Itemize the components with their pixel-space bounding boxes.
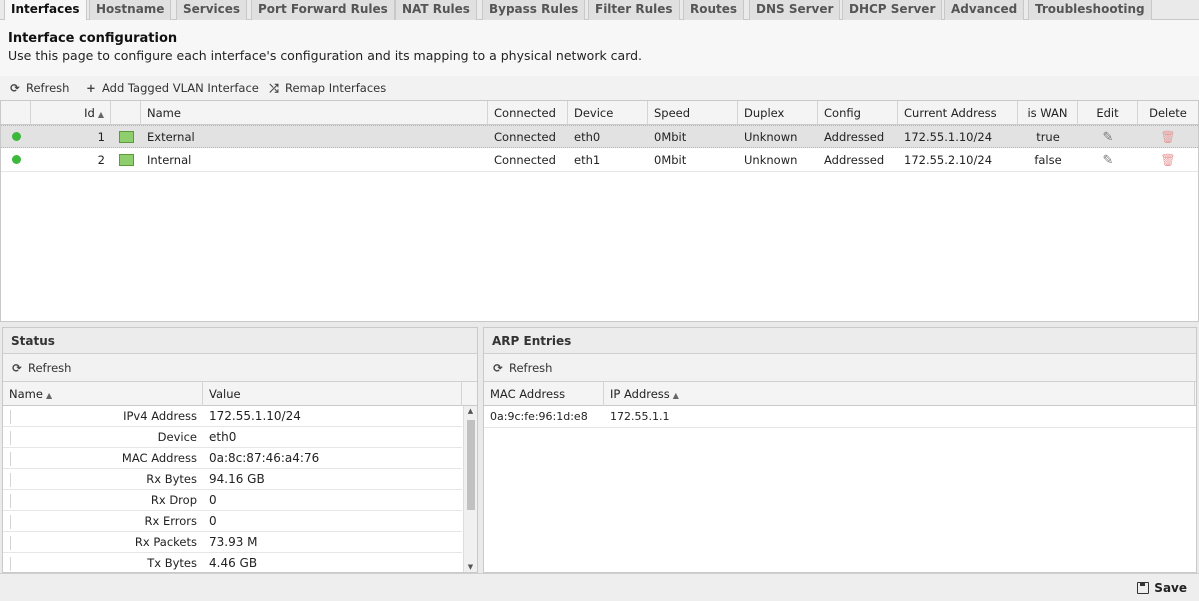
status-scrollbar-thumb[interactable] (467, 420, 475, 510)
trash-icon[interactable]: 🗑 (1160, 153, 1175, 167)
col-name[interactable]: Name (141, 101, 488, 125)
footer-bar: Save (0, 573, 1199, 601)
status-toolbar: ⟳ Refresh (3, 354, 477, 382)
page-title: Interface configuration (8, 31, 178, 46)
sort-asc-icon: ▲ (45, 391, 53, 400)
status-grid-header: Name ▲ Value (3, 382, 477, 406)
col-config[interactable]: Config (818, 101, 898, 125)
tab-port-forward-rules[interactable]: Port Forward Rules (251, 0, 395, 20)
scroll-up-icon[interactable]: ▲ (464, 407, 477, 415)
col-connected[interactable]: Connected (488, 101, 568, 125)
connected-status-icon (11, 155, 21, 164)
table-row[interactable]: Device eth0 (3, 427, 462, 448)
tab-nat-rules[interactable]: NAT Rules (395, 0, 477, 20)
col-status-name[interactable]: Name ▲ (3, 382, 203, 406)
col-edit[interactable]: Edit (1078, 101, 1138, 125)
table-row[interactable]: IPv4 Address 172.55.1.10/24 (3, 406, 462, 427)
arp-toolbar: ⟳ Refresh (484, 354, 1196, 382)
tab-advanced[interactable]: Advanced (944, 0, 1025, 20)
table-row[interactable]: Rx Errors 0 (3, 511, 462, 532)
network-card-icon (118, 131, 134, 143)
tab-hostname[interactable]: Hostname (89, 0, 172, 20)
status-grid-body: IPv4 Address 172.55.1.10/24 Device eth0 MA… (3, 406, 462, 572)
save-button[interactable]: Save (1137, 580, 1187, 596)
refresh-icon: ⟳ (12, 361, 22, 375)
scroll-down-icon[interactable]: ▼ (464, 563, 477, 571)
col-status[interactable] (1, 101, 31, 125)
pencil-icon[interactable]: ✎ (1103, 130, 1114, 145)
col-ip-address[interactable]: IP Address ▲ (604, 382, 1195, 406)
page-description: Use this page to configure each interfac… (8, 48, 643, 63)
col-delete[interactable]: Delete (1138, 101, 1198, 125)
refresh-icon: ⟳ (10, 81, 20, 95)
tab-services[interactable]: Services (176, 0, 248, 20)
tab-routes[interactable]: Routes (683, 0, 745, 20)
table-row[interactable]: Rx Packets 73.93 M (3, 532, 462, 553)
network-card-icon (118, 154, 134, 166)
col-mac-address[interactable]: MAC Address (484, 382, 604, 406)
shuffle-icon: ⤮ (269, 81, 279, 95)
arp-grid-header: MAC Address IP Address ▲ (484, 382, 1196, 406)
table-row[interactable]: 0a:9c:fe:96:1d:e8 172.55.1.1 (484, 406, 1196, 428)
connected-status-icon (11, 132, 21, 141)
col-speed[interactable]: Speed (648, 101, 738, 125)
table-row[interactable]: 1 External Connected eth0 0Mbit Unknown … (1, 125, 1198, 148)
interfaces-grid: Id ▲ Name Connected Device Speed Duplex C… (0, 100, 1199, 322)
interfaces-toolbar: ⟳ Refresh + Add Tagged VLAN Interface ⤮ Rem… (0, 76, 1199, 100)
sort-asc-icon: ▲ (672, 391, 679, 400)
tab-filter-rules[interactable]: Filter Rules (588, 0, 680, 20)
refresh-button[interactable]: ⟳ Refresh (9, 80, 69, 96)
status-refresh-button[interactable]: ⟳ Refresh (11, 360, 71, 376)
interfaces-grid-header: Id ▲ Name Connected Device Speed Duplex C… (1, 101, 1198, 125)
col-device[interactable]: Device (568, 101, 648, 125)
col-status-value[interactable]: Value (203, 382, 462, 406)
table-row[interactable]: Rx Drop 0 (3, 490, 462, 511)
status-panel-title: Status (3, 328, 477, 354)
plus-icon: + (86, 81, 96, 95)
pencil-icon[interactable]: ✎ (1103, 153, 1114, 168)
arp-panel-title: ARP Entries (484, 328, 1196, 354)
tab-bypass-rules[interactable]: Bypass Rules (482, 0, 586, 20)
page-header: Interface configuration Use this page to… (0, 20, 1199, 76)
tab-troubleshooting[interactable]: Troubleshooting (1028, 0, 1152, 20)
tab-dns-server[interactable]: DNS Server (749, 0, 841, 20)
col-id[interactable]: Id ▲ (31, 101, 111, 125)
add-tagged-vlan-button[interactable]: + Add Tagged VLAN Interface (85, 80, 259, 96)
tab-interfaces[interactable]: Interfaces (4, 0, 87, 21)
status-scrollbar[interactable]: ▲ ▼ (463, 406, 477, 572)
sort-asc-icon: ▲ (97, 110, 104, 119)
trash-icon[interactable]: 🗑 (1160, 130, 1175, 144)
table-row[interactable]: Tx Bytes 4.46 GB (3, 553, 462, 572)
col-current-address[interactable]: Current Address (898, 101, 1018, 125)
table-row[interactable]: MAC Address 0a:8c:87:46:a4:76 (3, 448, 462, 469)
floppy-icon (1137, 582, 1150, 594)
table-row[interactable]: 2 Internal Connected eth1 0Mbit Unknown … (1, 149, 1198, 172)
refresh-icon: ⟳ (493, 361, 503, 375)
arp-refresh-button[interactable]: ⟳ Refresh (492, 360, 552, 376)
col-icon[interactable] (111, 101, 141, 125)
table-row[interactable]: Rx Bytes 94.16 GB (3, 469, 462, 490)
col-duplex[interactable]: Duplex (738, 101, 818, 125)
arp-panel: ARP Entries ⟳ Refresh MAC Address IP Addr… (483, 327, 1197, 573)
tab-dhcp-server[interactable]: DHCP Server (842, 0, 943, 20)
status-panel: Status ⟳ Refresh Name ▲ Value IPv4 Address… (2, 327, 478, 573)
col-is-wan[interactable]: is WAN (1018, 101, 1078, 125)
remap-interfaces-button[interactable]: ⤮ Remap Interfaces (268, 80, 386, 96)
tab-bar: Interfaces Hostname Services Port Forwar… (0, 0, 1199, 21)
